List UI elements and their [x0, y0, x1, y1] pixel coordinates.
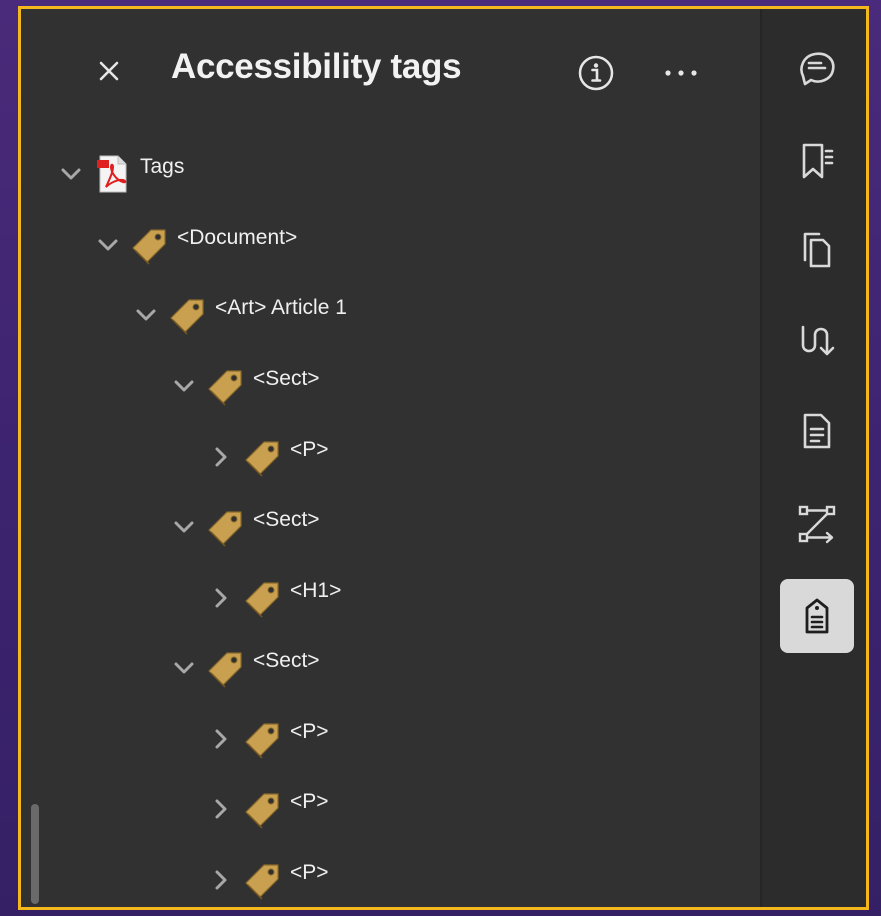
rail-comment-button[interactable] [780, 31, 854, 105]
chevron-down-icon [61, 168, 81, 180]
more-icon [665, 70, 697, 76]
tag-icon [205, 647, 247, 689]
tag-icon [242, 718, 284, 760]
chevron-right-icon [215, 729, 227, 749]
expand-toggle[interactable] [169, 371, 199, 401]
tags-panel: Accessibility tags Tags <Document> <Art>… [21, 9, 760, 907]
pdf-icon [92, 153, 134, 195]
chevron-down-icon [174, 521, 194, 533]
tag-icon [242, 788, 284, 830]
tree-row[interactable]: <P> [206, 427, 329, 487]
more-options-button[interactable] [661, 53, 701, 93]
tree-item-label: <H1> [290, 579, 342, 602]
tag-icon [167, 294, 209, 336]
bookmark-icon [802, 143, 834, 179]
tree-item-label: <P> [290, 438, 329, 461]
expand-toggle[interactable] [206, 442, 236, 472]
pages-icon [803, 232, 831, 268]
right-tool-rail [760, 9, 866, 907]
comment-icon [800, 52, 835, 86]
tree-item-label: <P> [290, 861, 329, 884]
close-button[interactable] [91, 53, 127, 89]
chevron-down-icon [174, 662, 194, 674]
rail-accessibility-tags-button[interactable] [780, 579, 854, 653]
chevron-right-icon [215, 588, 227, 608]
tree-row[interactable]: <Sect> [169, 356, 320, 416]
expand-toggle[interactable] [206, 583, 236, 613]
rail-reading-order-button[interactable] [780, 302, 854, 376]
tag-icon [205, 506, 247, 548]
page-title: Accessibility tags [171, 47, 462, 86]
tree-row[interactable]: <H1> [206, 568, 341, 628]
chevron-down-icon [136, 309, 156, 321]
close-icon [99, 61, 119, 81]
tree-row[interactable]: <Document> [93, 215, 297, 275]
tag-icon [205, 365, 247, 407]
tree-item-label: <Sect> [253, 649, 320, 672]
expand-toggle[interactable] [93, 230, 123, 260]
tree-item-label: <P> [290, 790, 329, 813]
info-icon [578, 55, 614, 91]
tree-item-label: <Sect> [253, 508, 320, 531]
expand-toggle[interactable] [169, 653, 199, 683]
tree-root-row[interactable]: Tags [56, 144, 184, 204]
tree-item-label: <Document> [177, 226, 298, 249]
rail-pages-button[interactable] [780, 213, 854, 287]
tree-item-label: <Art> Article 1 [215, 296, 347, 319]
expand-toggle[interactable] [56, 159, 86, 189]
chevron-right-icon [215, 799, 227, 819]
tree-row[interactable]: <Sect> [169, 497, 320, 557]
rail-content-button[interactable] [780, 394, 854, 468]
accessibility-tags-icon [805, 598, 829, 634]
info-button[interactable] [576, 53, 616, 93]
order-icon [798, 505, 836, 544]
tree-row[interactable]: <Art> Article 1 [131, 285, 347, 345]
tag-icon [242, 859, 284, 901]
panel-header: Accessibility tags [21, 9, 760, 129]
content-icon [803, 413, 831, 449]
expand-toggle[interactable] [206, 865, 236, 895]
tag-icon [242, 577, 284, 619]
tree-item-label: <P> [290, 720, 329, 743]
chevron-right-icon [215, 870, 227, 890]
tree-row[interactable]: <Sect> [169, 638, 320, 698]
expand-toggle[interactable] [206, 794, 236, 824]
expand-toggle[interactable] [206, 724, 236, 754]
tree-item-label: Tags [140, 155, 185, 178]
expand-toggle[interactable] [169, 512, 199, 542]
tree-row[interactable]: <P> [206, 779, 329, 839]
tag-icon [129, 224, 171, 266]
chevron-down-icon [98, 239, 118, 251]
tag-icon [242, 436, 284, 478]
accessibility-panel-frame: Accessibility tags Tags <Document> <Art>… [18, 6, 869, 910]
rail-order-button[interactable] [780, 487, 854, 561]
scrollbar[interactable] [31, 804, 39, 904]
rail-bookmark-button[interactable] [780, 124, 854, 198]
chevron-down-icon [174, 380, 194, 392]
tree-item-label: <Sect> [253, 367, 320, 390]
reading-order-icon [801, 325, 835, 356]
tree-row[interactable]: <P> [206, 709, 329, 769]
expand-toggle[interactable] [131, 300, 161, 330]
tree-row[interactable]: <P> [206, 850, 329, 907]
chevron-right-icon [215, 447, 227, 467]
